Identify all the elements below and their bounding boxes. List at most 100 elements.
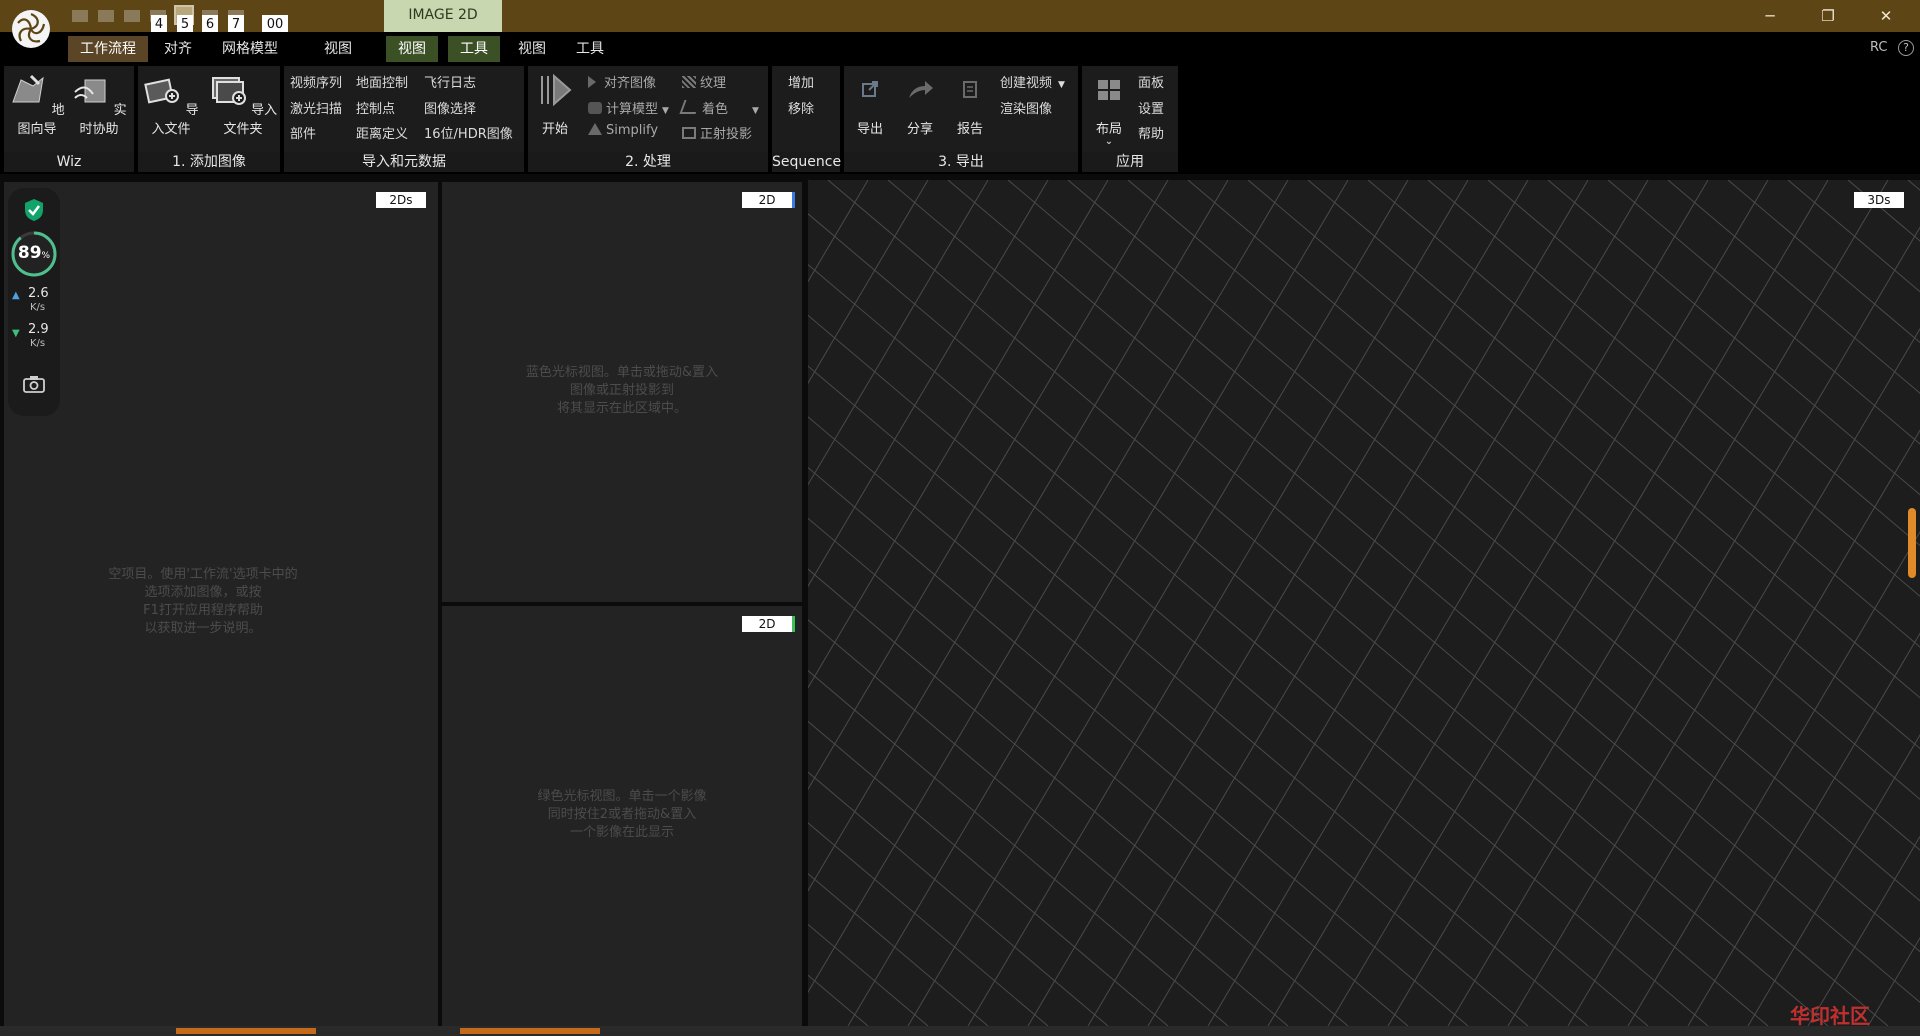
panel-2d-green-cursor[interactable]: 2D 绿色光标视图。单击一个影像 同时按住2或者拖动&置入 一个影像在此显示 [442,606,802,1026]
cpu-percent-value: 89 [17,243,42,263]
align-images-button[interactable]: 对齐图像 [588,72,656,91]
live-assist-label: 实时协助 [79,103,127,137]
panels-button[interactable]: 面板 [1138,72,1164,91]
texture-button[interactable]: 纹理 [682,72,726,91]
layout-grid-icon [1098,80,1120,100]
texture-icon [682,76,696,88]
report-button[interactable]: 报告 [944,70,996,137]
distance-definition-button[interactable]: 距离定义 [356,123,408,142]
hint-line: 一个影像在此显示 [569,825,674,840]
vertical-scroll-handle[interactable] [1908,508,1916,578]
tab-tools-2[interactable]: 工具 [564,36,616,62]
help-icon[interactable]: ? [1898,40,1914,56]
app-logo-icon[interactable] [10,8,52,50]
context-tab-image-2d[interactable]: IMAGE 2D [384,0,502,32]
view-tag-2d-green[interactable]: 2D [742,616,795,632]
control-points-button[interactable]: 控制点 [356,98,395,117]
map-wizard-button[interactable]: 地图向导 [6,70,68,137]
play-small-icon [588,76,596,88]
calculate-model-label: 计算模型 [606,102,659,117]
flight-log-button[interactable]: 飞行日志 [424,72,476,91]
menu-bar: 工作流程 对齐 网格模型 视图 视图 工具 视图 工具 RC ? [0,32,1920,64]
export-label: 导出 [856,122,883,137]
cpu-percent: 89% [16,243,52,263]
image-selection-button[interactable]: 图像选择 [424,98,476,117]
model-icon [588,102,602,114]
map-wizard-icon [12,74,45,103]
create-video-button[interactable]: 创建视频 ▼ [1000,72,1065,91]
status-sidebar: 89% ▲ 2.6 K/s ▼ 2.9 K/s [8,188,60,416]
ribbon: 地图向导 实时协助 Wiz 导入文件 导入文件夹 1. 添加图像 视频序列 地面… [0,64,1920,174]
calculate-model-button[interactable]: 计算模型 ▼ [588,98,669,117]
hdr-image-button[interactable]: 16位/HDR图像 [424,123,513,142]
camera-icon[interactable] [22,374,46,394]
settings-button[interactable]: 设置 [1138,98,1164,117]
components-button[interactable]: 部件 [290,123,316,142]
cpu-percent-sign: % [41,251,51,261]
colorize-button[interactable]: 着色 ▼ [679,98,759,117]
layout-button[interactable]: 布局 ⌄ [1084,70,1134,147]
panel-2ds[interactable]: 2Ds 空项目。使用'工作流'选项卡中的 选项添加图像，或按 F1打开应用程序帮… [4,182,438,1026]
chevron-down-icon[interactable]: ▼ [1058,80,1065,90]
import-file-icon [144,78,180,104]
view-tag-2d-blue[interactable]: 2D [742,192,795,208]
tab-image2d-tools[interactable]: 工具 [448,36,500,62]
ribbon-group-label-sequence: Sequence [772,152,842,172]
ground-control-button[interactable]: 地面控制 [356,72,408,91]
simplify-triangle-icon [588,123,602,135]
colorize-icon [679,100,701,114]
export-icon [862,81,878,97]
video-sequence-button[interactable]: 视频序列 [290,72,342,91]
ribbon-group-label-app: 应用 [1082,152,1178,172]
view-tag-2ds[interactable]: 2Ds [376,192,426,208]
chevron-down-icon[interactable]: ▼ [662,106,669,116]
layout-preset-3-icon[interactable] [124,10,140,22]
empty-project-hint: 空项目。使用'工作流'选项卡中的 选项添加图像，或按 F1打开应用程序帮助 以获… [73,566,333,638]
simplify-button[interactable]: Simplify [588,123,658,138]
restore-button[interactable]: ❐ [1808,4,1848,28]
live-assist-button[interactable]: 实时协助 [68,70,130,137]
download-arrow-icon: ▼ [12,328,20,339]
import-folder-label: 导入文件夹 [223,103,278,137]
panel-2d-blue-cursor[interactable]: 2D 蓝色光标视图。单击或拖动&置入 图像或正射投影到 将其显示在此区域中。 [442,182,802,602]
sequence-add-button[interactable]: 增加 [788,72,814,91]
hint-line: 图像或正射投影到 [569,383,674,398]
ribbon-group-add-images: 导入文件 导入文件夹 [138,66,280,152]
render-image-button[interactable]: 渲染图像 [1000,98,1052,117]
view-tag-3ds[interactable]: 3Ds [1854,192,1904,208]
report-label: 报告 [956,122,983,137]
panel-3d-view[interactable]: 3Ds [808,180,1920,1026]
help-button[interactable]: 帮助 [1138,123,1164,142]
sequence-remove-button[interactable]: 移除 [788,98,814,117]
tab-workflow[interactable]: 工作流程 [68,36,148,62]
tab-view-2[interactable]: 视图 [506,36,558,62]
upload-arrow-icon: ▲ [12,290,20,301]
tab-image2d-view[interactable]: 视图 [386,36,438,62]
live-assist-icon [74,79,106,103]
hint-line: 蓝色光标视图。单击或拖动&置入 [525,365,719,380]
chevron-down-icon[interactable]: ▼ [752,106,759,116]
status-bar [0,1026,1920,1036]
ortho-projection-button[interactable]: 正射投影 [682,123,752,142]
layout-preset-1-icon[interactable] [72,10,88,22]
ribbon-group-label-wiz: Wiz [4,152,134,172]
chevron-down-icon[interactable]: ⌄ [1084,137,1134,147]
watermark-text: 华印社区 [1790,1004,1870,1028]
layout-preset-2-icon[interactable] [98,10,114,22]
laser-scan-button[interactable]: 激光扫描 [290,98,342,117]
import-file-button[interactable]: 导入文件 [140,70,202,137]
import-folder-button[interactable]: 导入文件夹 [208,70,278,137]
user-initials[interactable]: RC [1870,40,1887,55]
tab-alignment[interactable]: 对齐 [152,36,204,62]
tab-view[interactable]: 视图 [312,36,364,62]
close-button[interactable]: ✕ [1866,4,1906,28]
hint-line: F1打开应用程序帮助 [143,603,263,618]
export-button[interactable]: 导出 [844,70,896,137]
minimize-button[interactable]: ─ [1750,4,1790,28]
tab-mesh-model[interactable]: 网格模型 [210,36,290,62]
share-button[interactable]: 分享 [894,70,946,137]
start-button[interactable]: 开始 [528,70,582,137]
green-cursor-hint: 绿色光标视图。单击一个影像 同时按住2或者拖动&置入 一个影像在此显示 [492,788,752,842]
shield-check-icon[interactable] [23,198,45,222]
texture-label: 纹理 [700,76,727,91]
